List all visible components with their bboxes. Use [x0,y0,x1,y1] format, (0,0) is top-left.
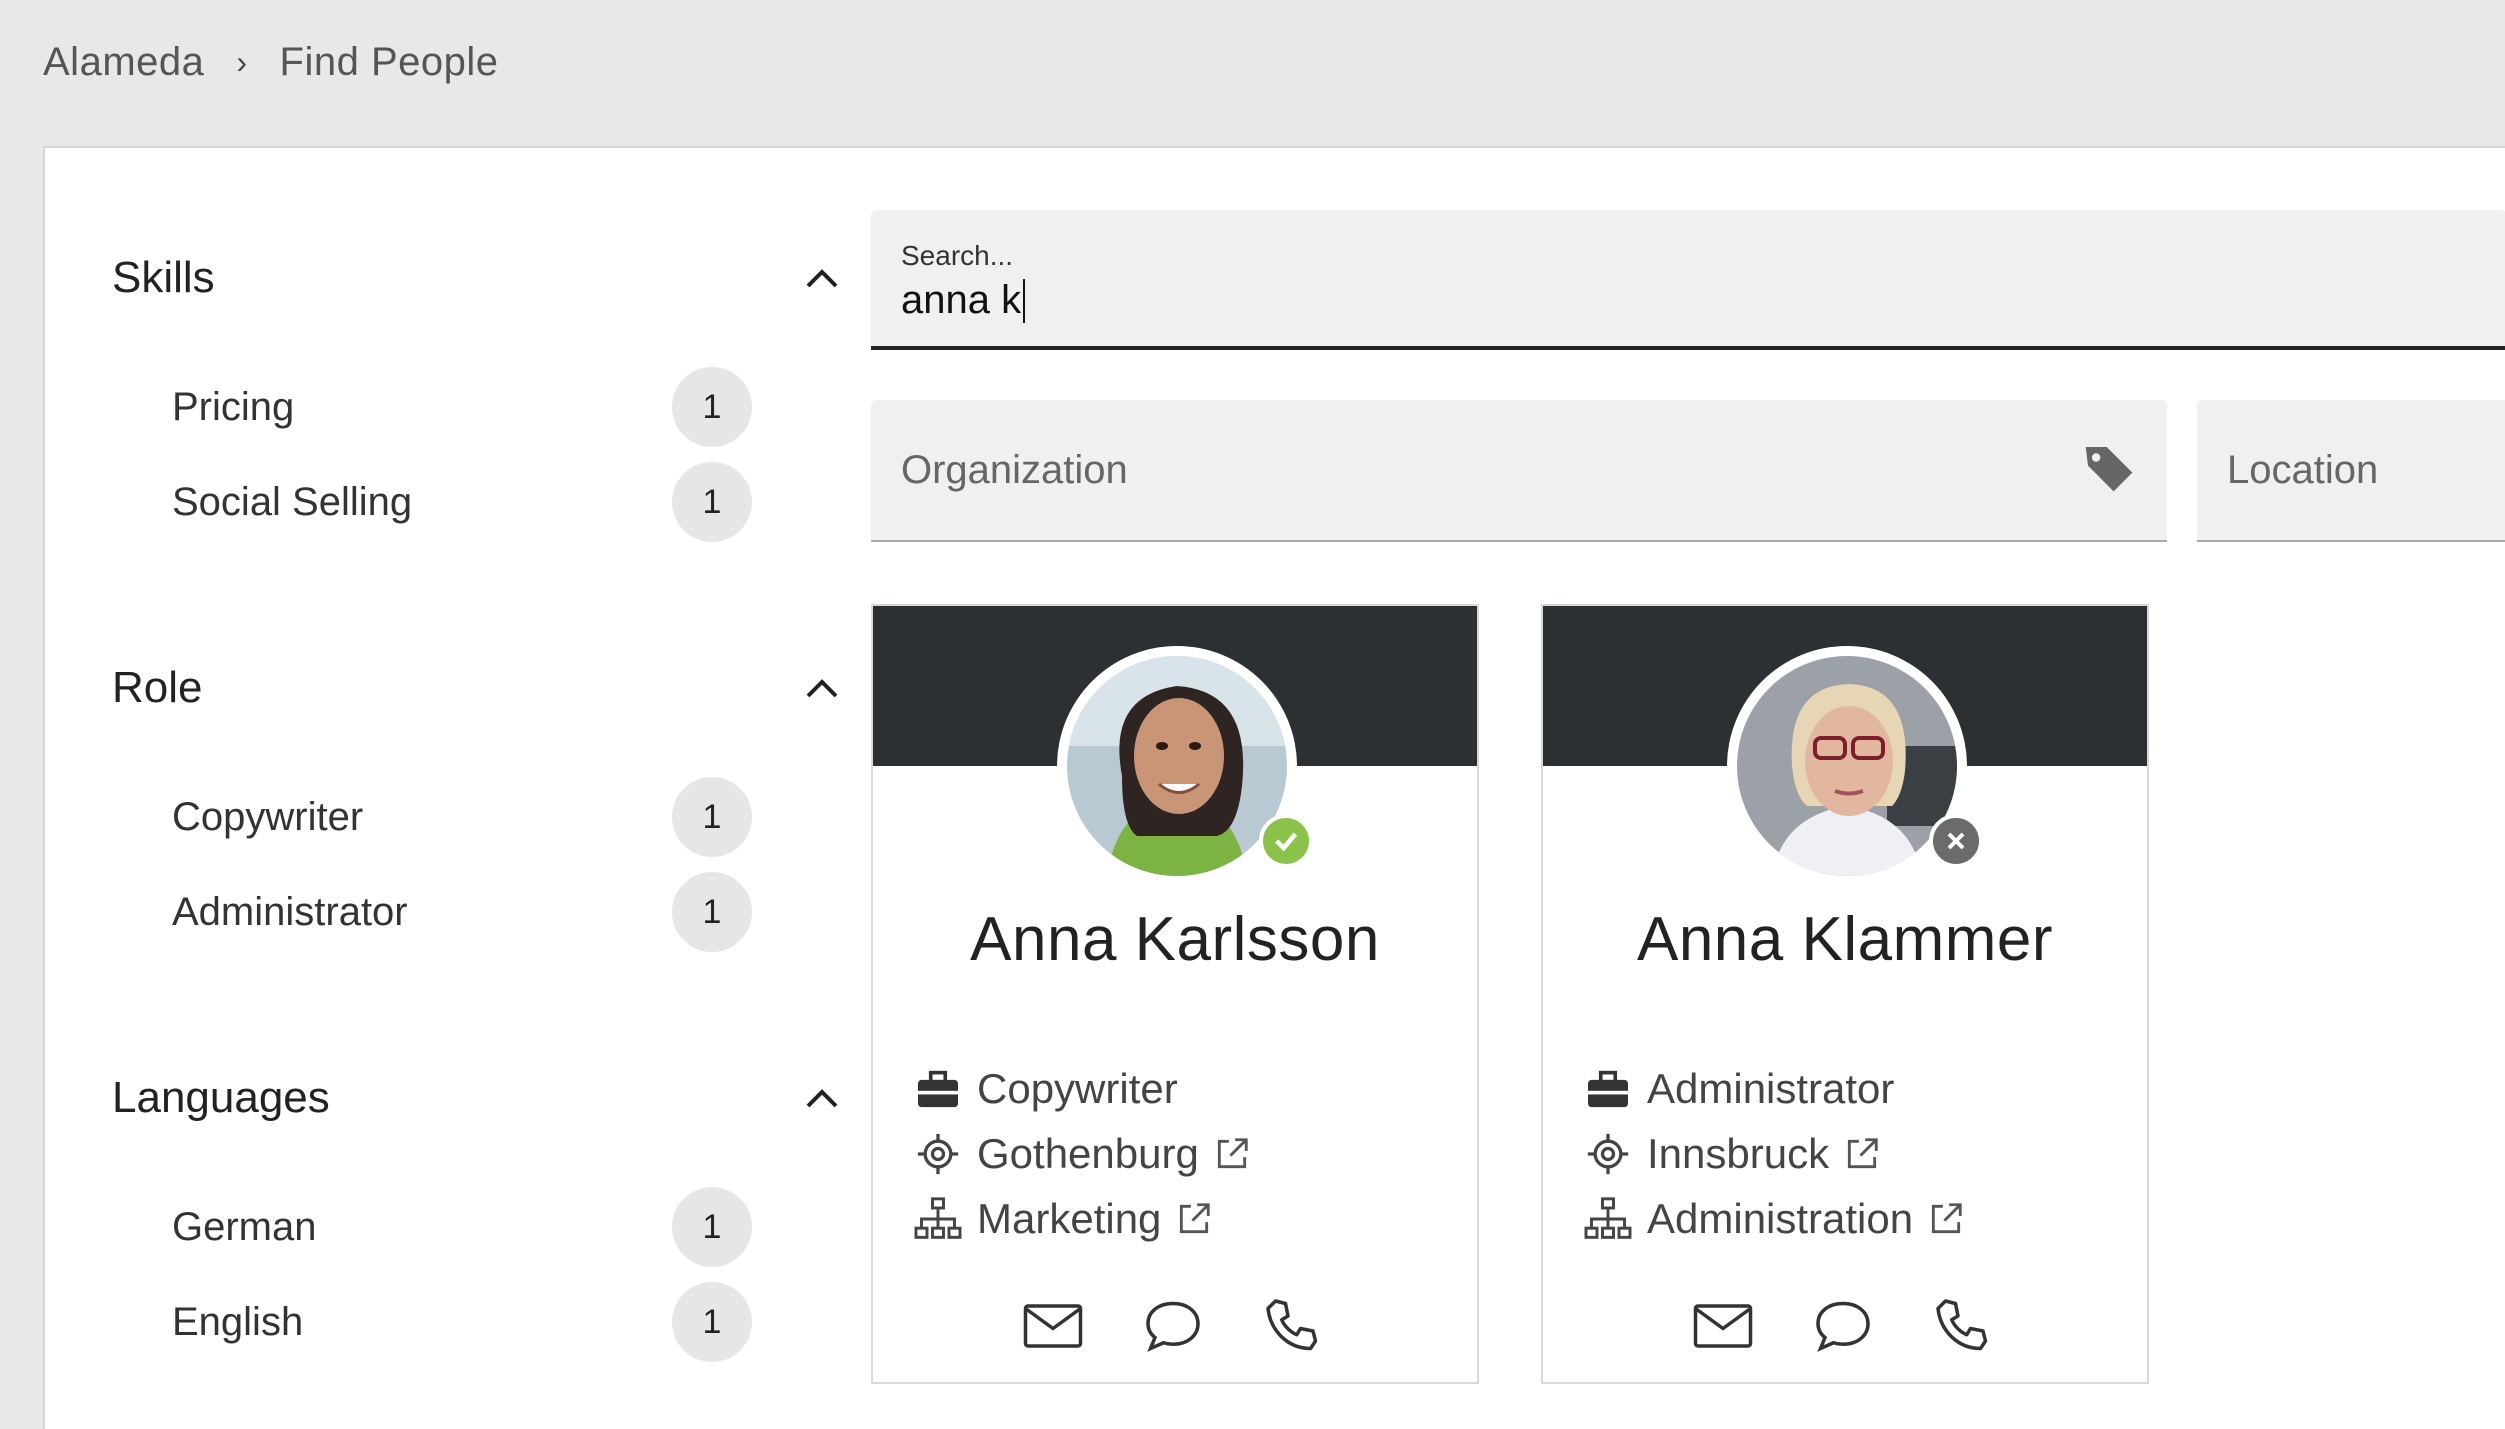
facet-item-label: English [172,1299,304,1344]
facet-item-administrator[interactable]: Administrator 1 [172,872,752,952]
person-name: Anna Klammer [1636,905,2054,974]
count-badge: 1 [672,367,752,447]
person-name: Anna Karlsson [970,905,1380,974]
facet-item-copywriter[interactable]: Copywriter 1 [172,777,752,857]
main-panel: Skills Pricing 1 Social Selling 1 Role C… [43,146,2505,1429]
briefcase-icon [913,1064,963,1114]
facet-skills: Skills [112,248,852,308]
breadcrumb-root[interactable]: Alameda [43,40,204,85]
role-text: Administrator [1647,1064,1895,1112]
location-target-icon [913,1129,963,1179]
facet-item-label: Pricing [172,384,295,429]
person-location: Gothenburg [913,1121,1251,1186]
facet-item-social-selling[interactable]: Social Selling 1 [172,462,752,542]
breadcrumb-separator: › [236,44,248,80]
facet-title-skills: Skills [112,253,215,302]
search-placeholder: Search... [901,240,1014,271]
person-role: Copywriter [913,1056,1251,1121]
facet-item-label: Administrator [172,889,408,934]
facet-title-role: Role [112,663,203,712]
organization-filter-label: Organization [901,447,1128,492]
count-badge: 1 [672,872,752,952]
location-filter[interactable]: Location [2197,400,2505,542]
location-text: Gothenburg [977,1129,1199,1177]
mail-icon[interactable] [1023,1296,1083,1356]
location-filter-label: Location [2227,447,2379,492]
role-text: Copywriter [977,1064,1178,1112]
facet-item-german[interactable]: German 1 [172,1187,752,1267]
external-link-icon[interactable] [1213,1135,1251,1173]
chat-icon[interactable] [1143,1296,1203,1356]
external-link-icon[interactable] [1927,1200,1965,1238]
facet-title-languages: Languages [112,1073,330,1122]
breadcrumb-current: Find People [279,40,499,84]
location-text: Innsbruck [1647,1129,1830,1177]
offline-status-icon [1929,814,1983,868]
external-link-icon[interactable] [1843,1135,1881,1173]
department-text: Marketing [977,1194,1162,1242]
org-chart-icon [1583,1194,1633,1244]
facet-item-label: German [172,1204,317,1249]
mail-icon[interactable] [1693,1296,1753,1356]
facet-role: Role [112,658,852,718]
tag-icon [2081,440,2137,501]
person-location: Innsbruck [1583,1121,1965,1186]
person-department: Administration [1583,1186,1965,1251]
external-link-icon[interactable] [1175,1200,1213,1238]
facet-item-english[interactable]: English 1 [172,1282,752,1362]
chevron-up-icon[interactable] [792,1068,852,1128]
search-value: anna k [901,278,1022,322]
chat-icon[interactable] [1813,1296,1873,1356]
facet-item-label: Social Selling [172,479,413,524]
facet-languages: Languages [112,1068,852,1128]
online-status-icon [1259,814,1313,868]
person-card[interactable]: Anna Karlsson Copywriter Gothenburg Mark… [871,604,1479,1384]
count-badge: 1 [672,1282,752,1362]
count-badge: 1 [672,777,752,857]
org-chart-icon [913,1194,963,1244]
search-input[interactable]: Search... anna k [871,210,2505,350]
person-department: Marketing [913,1186,1251,1251]
organization-filter[interactable]: Organization [871,400,2167,542]
briefcase-icon [1583,1064,1633,1114]
person-card[interactable]: Anna Klammer Administrator Innsbruck Adm… [1541,604,2149,1384]
department-text: Administration [1647,1194,1914,1242]
facet-item-pricing[interactable]: Pricing 1 [172,367,752,447]
breadcrumb: Alameda › Find People [43,40,499,85]
location-target-icon [1583,1129,1633,1179]
phone-icon[interactable] [1263,1296,1323,1356]
chevron-up-icon[interactable] [792,658,852,718]
person-role: Administrator [1583,1056,1965,1121]
text-caret [1023,278,1026,323]
count-badge: 1 [672,1187,752,1267]
facet-item-label: Copywriter [172,794,364,839]
chevron-up-icon[interactable] [792,248,852,308]
phone-icon[interactable] [1933,1296,1993,1356]
count-badge: 1 [672,462,752,542]
